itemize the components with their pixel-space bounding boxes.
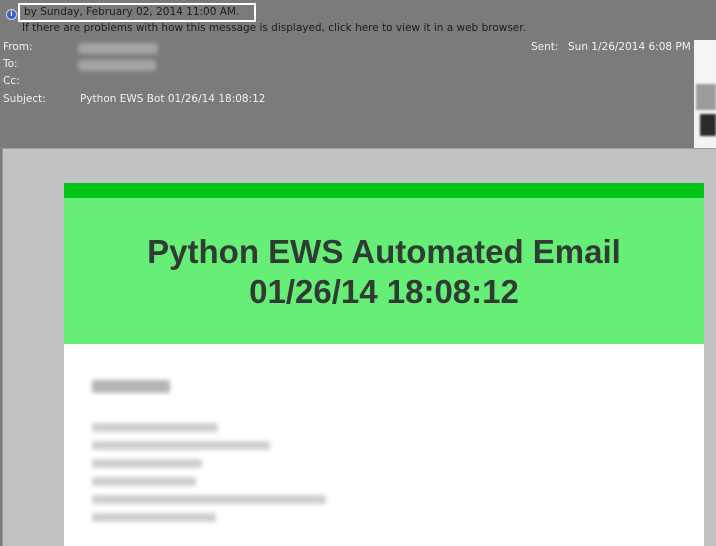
info-icon: i	[6, 9, 17, 20]
to-value-redacted[interactable]	[78, 60, 156, 71]
cc-label: Cc:	[3, 75, 20, 87]
email-body: Python EWS Automated Email 01/26/14 18:0…	[64, 183, 704, 546]
redacted-greeting	[92, 380, 170, 393]
banner-title: Python EWS Automated Email	[147, 233, 621, 270]
top-accent-bar	[64, 183, 704, 198]
email-banner: Python EWS Automated Email 01/26/14 18:0…	[64, 198, 704, 344]
redacted-line	[92, 459, 202, 468]
followup-flag-text[interactable]: by Sunday, February 02, 2014 11:00 AM.	[18, 3, 256, 22]
subject-label: Subject:	[3, 93, 46, 105]
redacted-line	[92, 495, 326, 504]
picture-shade	[696, 84, 716, 110]
banner-timestamp: 01/26/14 18:08:12	[249, 273, 519, 310]
redacted-line	[92, 441, 270, 450]
from-value-redacted[interactable]	[78, 43, 158, 54]
redacted-line	[92, 477, 196, 486]
sent-value: Sun 1/26/2014 6:08 PM	[568, 41, 691, 53]
from-label: From:	[3, 41, 33, 53]
message-header: i by Sunday, February 02, 2014 11:00 AM.…	[0, 0, 716, 148]
contact-picture[interactable]	[694, 40, 716, 148]
redacted-line	[92, 423, 218, 432]
sent-label: Sent:	[531, 41, 559, 53]
reading-pane[interactable]: Python EWS Automated Email 01/26/14 18:0…	[2, 148, 716, 546]
view-in-browser-link[interactable]: If there are problems with how this mess…	[22, 22, 526, 34]
to-label: To:	[3, 58, 18, 70]
picture-shade	[700, 114, 716, 136]
subject-value: Python EWS Bot 01/26/14 18:08:12	[80, 93, 266, 105]
redacted-line	[92, 513, 216, 522]
